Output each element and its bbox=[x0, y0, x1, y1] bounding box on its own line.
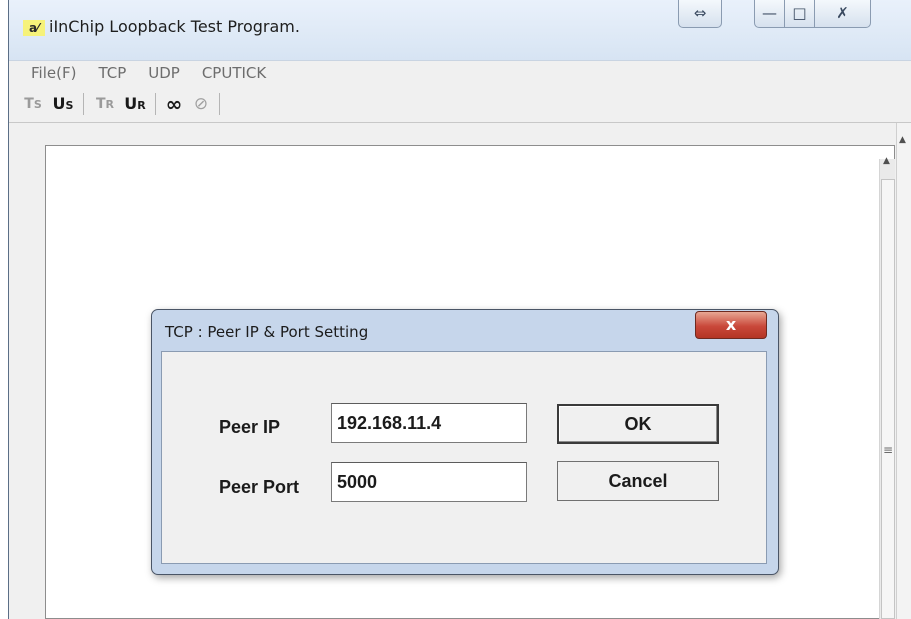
menu-udp[interactable]: UDP bbox=[148, 61, 180, 85]
menu-bar: File(F) TCP UDP CPUTICK bbox=[9, 60, 911, 87]
menu-file[interactable]: File(F) bbox=[31, 61, 76, 85]
udp-send-icon[interactable]: US bbox=[49, 92, 77, 116]
window-title: iInChip Loopback Test Program. bbox=[49, 17, 300, 36]
app-icon: a⁄ bbox=[23, 20, 45, 36]
ok-button[interactable]: OK bbox=[557, 404, 719, 444]
cancel-button[interactable]: Cancel bbox=[557, 461, 719, 501]
outer-scrollbar[interactable]: ▲ bbox=[896, 123, 911, 619]
peer-port-label: Peer Port bbox=[219, 477, 300, 497]
tcp-recv-icon[interactable]: TR bbox=[91, 92, 119, 116]
dialog-title: TCP : Peer IP & Port Setting bbox=[165, 323, 369, 341]
peer-port-input[interactable] bbox=[331, 462, 527, 502]
toolbar-separator bbox=[83, 93, 84, 115]
scroll-up-arrow-icon[interactable]: ▲ bbox=[883, 156, 890, 166]
toolbar: TS US TR UR ∞ ⊘ bbox=[9, 86, 911, 123]
udp-recv-icon[interactable]: UR bbox=[121, 92, 149, 116]
title-bar[interactable]: a⁄ iInChip Loopback Test Program. ⇔ — □ … bbox=[9, 0, 911, 60]
peer-ip-input[interactable] bbox=[331, 403, 527, 443]
minimize-button[interactable]: — bbox=[754, 0, 785, 28]
scroll-up-arrow-icon[interactable]: ▲ bbox=[899, 135, 906, 145]
scroll-thumb[interactable] bbox=[881, 179, 895, 619]
toolbar-separator bbox=[219, 93, 220, 115]
stop-icon[interactable]: ⊘ bbox=[189, 92, 213, 116]
dialog-body: Peer IP Peer Port OK Cancel bbox=[161, 351, 767, 564]
close-button[interactable]: ✗ bbox=[815, 0, 871, 28]
peer-setting-dialog: TCP : Peer IP & Port Setting x Peer IP P… bbox=[151, 309, 779, 575]
menu-tcp[interactable]: TCP bbox=[98, 61, 126, 85]
dialog-close-button[interactable]: x bbox=[695, 311, 767, 339]
toolbar-separator bbox=[155, 93, 156, 115]
menu-cputick[interactable]: CPUTICK bbox=[202, 61, 266, 85]
resize-arrows-icon[interactable]: ⇔ bbox=[678, 0, 722, 28]
scroll-grip-icon: ≡ bbox=[883, 443, 894, 457]
peer-ip-label: Peer IP bbox=[219, 417, 281, 437]
tcp-send-icon[interactable]: TS bbox=[19, 92, 47, 116]
infinity-icon[interactable]: ∞ bbox=[161, 92, 187, 116]
maximize-button[interactable]: □ bbox=[785, 0, 815, 28]
